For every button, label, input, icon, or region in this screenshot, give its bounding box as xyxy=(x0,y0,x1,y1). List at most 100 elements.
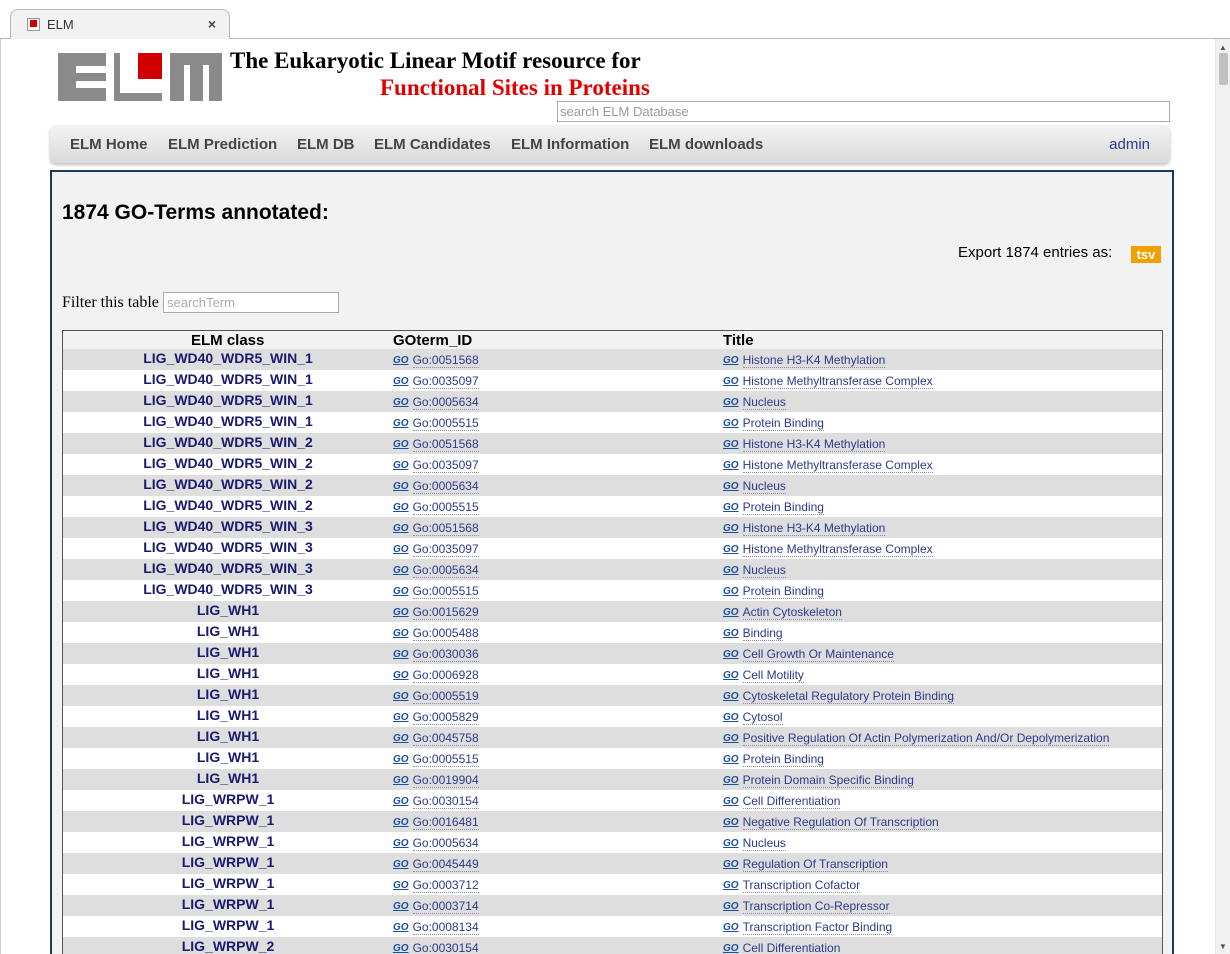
goterm-id-link[interactable]: Go:0016481 xyxy=(412,815,479,830)
goterm-id-link[interactable]: Go:0005634 xyxy=(412,395,479,410)
goterm-title-link[interactable]: Cell Growth Or Maintenance xyxy=(742,647,894,662)
go-icon[interactable]: GO xyxy=(393,733,409,744)
go-icon[interactable]: GO xyxy=(723,628,739,639)
go-icon[interactable]: GO xyxy=(723,838,739,849)
goterm-id-link[interactable]: Go:0005829 xyxy=(412,710,479,725)
elm-class-link[interactable]: LIG_WD40_WDR5_WIN_1 xyxy=(63,392,393,408)
go-icon[interactable]: GO xyxy=(723,544,739,555)
go-icon[interactable]: GO xyxy=(723,901,739,912)
goterm-id-cell[interactable]: GO Go:0019904 xyxy=(393,773,479,788)
goterm-id-cell[interactable]: GO Go:0035097 xyxy=(393,458,479,473)
go-icon[interactable]: GO xyxy=(393,586,409,597)
goterm-id-link[interactable]: Go:0005634 xyxy=(412,563,479,578)
goterm-title-link[interactable]: Histone Methyltransferase Complex xyxy=(742,374,933,389)
vertical-scrollbar[interactable]: ▲ ▼ xyxy=(1215,39,1230,954)
elm-class-link[interactable]: LIG_WRPW_1 xyxy=(63,917,393,933)
goterm-title-link[interactable]: Protein Binding xyxy=(742,500,824,515)
go-icon[interactable]: GO xyxy=(393,481,409,492)
elm-class-link[interactable]: LIG_WRPW_1 xyxy=(63,875,393,891)
elm-class-link[interactable]: LIG_WRPW_1 xyxy=(63,833,393,849)
goterm-id-cell[interactable]: GO Go:0005829 xyxy=(393,710,479,725)
go-icon[interactable]: GO xyxy=(393,859,409,870)
go-icon[interactable]: GO xyxy=(393,712,409,723)
elm-class-link[interactable]: LIG_WH1 xyxy=(63,623,393,639)
goterm-id-link[interactable]: Go:0003714 xyxy=(412,899,479,914)
elm-class-link[interactable]: LIG_WD40_WDR5_WIN_2 xyxy=(63,497,393,513)
go-icon[interactable]: GO xyxy=(393,901,409,912)
goterm-title-cell[interactable]: GO Histone Methyltransferase Complex xyxy=(723,458,933,473)
go-icon[interactable]: GO xyxy=(393,523,409,534)
goterm-id-cell[interactable]: GO Go:0016481 xyxy=(393,815,479,830)
goterm-title-link[interactable]: Histone H3-K4 Methylation xyxy=(742,521,886,536)
goterm-title-cell[interactable]: GO Nucleus xyxy=(723,836,786,851)
goterm-id-link[interactable]: Go:0045758 xyxy=(412,731,479,746)
elm-class-link[interactable]: LIG_WH1 xyxy=(63,707,393,723)
goterm-id-cell[interactable]: GO Go:0030154 xyxy=(393,794,479,809)
goterm-title-link[interactable]: Protein Binding xyxy=(742,752,824,767)
go-icon[interactable]: GO xyxy=(723,649,739,660)
go-icon[interactable]: GO xyxy=(723,754,739,765)
column-header-title[interactable]: Title xyxy=(723,332,754,349)
goterm-title-cell[interactable]: GO Actin Cytoskeleton xyxy=(723,605,842,620)
goterm-id-link[interactable]: Go:0035097 xyxy=(412,458,479,473)
elm-class-link[interactable]: LIG_WH1 xyxy=(63,602,393,618)
goterm-id-cell[interactable]: GO Go:0005519 xyxy=(393,689,479,704)
go-icon[interactable]: GO xyxy=(393,670,409,681)
goterm-id-link[interactable]: Go:0008134 xyxy=(412,920,479,935)
goterm-id-cell[interactable]: GO Go:0051568 xyxy=(393,353,479,368)
go-icon[interactable]: GO xyxy=(393,439,409,450)
elm-class-link[interactable]: LIG_WD40_WDR5_WIN_3 xyxy=(63,539,393,555)
goterm-id-link[interactable]: Go:0015629 xyxy=(412,605,479,620)
browser-tab[interactable]: ELM × xyxy=(10,9,230,40)
nav-item-elm-downloads[interactable]: ELM downloads xyxy=(649,136,763,153)
goterm-id-link[interactable]: Go:0005515 xyxy=(412,584,479,599)
goterm-title-cell[interactable]: GO Positive Regulation Of Actin Polymeriz… xyxy=(723,731,1110,746)
goterm-title-link[interactable]: Protein Binding xyxy=(742,584,824,599)
goterm-title-cell[interactable]: GO Protein Domain Specific Binding xyxy=(723,773,914,788)
goterm-id-cell[interactable]: GO Go:0005488 xyxy=(393,626,479,641)
goterm-title-cell[interactable]: GO Nucleus xyxy=(723,479,786,494)
goterm-title-cell[interactable]: GO Cell Growth Or Maintenance xyxy=(723,647,894,662)
elm-class-link[interactable]: LIG_WH1 xyxy=(63,770,393,786)
elm-class-link[interactable]: LIG_WD40_WDR5_WIN_2 xyxy=(63,476,393,492)
goterm-title-link[interactable]: Nucleus xyxy=(742,395,786,410)
go-icon[interactable]: GO xyxy=(393,754,409,765)
go-icon[interactable]: GO xyxy=(723,439,739,450)
goterm-title-cell[interactable]: GO Binding xyxy=(723,626,783,641)
go-icon[interactable]: GO xyxy=(723,670,739,681)
goterm-id-link[interactable]: Go:0005519 xyxy=(412,689,479,704)
export-tsv-button[interactable]: tsv xyxy=(1131,246,1161,263)
scrollbar-thumb[interactable] xyxy=(1219,53,1228,85)
goterm-id-cell[interactable]: GO Go:0005515 xyxy=(393,752,479,767)
goterm-title-cell[interactable]: GO Transcription Co-Repressor xyxy=(723,899,890,914)
elm-class-link[interactable]: LIG_WH1 xyxy=(63,665,393,681)
elm-class-link[interactable]: LIG_WD40_WDR5_WIN_2 xyxy=(63,434,393,450)
close-icon[interactable]: × xyxy=(208,16,216,32)
elm-class-link[interactable]: LIG_WD40_WDR5_WIN_1 xyxy=(63,371,393,387)
goterm-title-cell[interactable]: GO Negative Regulation Of Transcription xyxy=(723,815,939,830)
goterm-id-link[interactable]: Go:0030154 xyxy=(412,794,479,809)
go-icon[interactable]: GO xyxy=(393,376,409,387)
scroll-down-arrow-icon[interactable]: ▼ xyxy=(1219,942,1227,951)
goterm-title-cell[interactable]: GO Protein Binding xyxy=(723,752,824,767)
nav-item-elm-information[interactable]: ELM Information xyxy=(511,136,629,153)
goterm-title-cell[interactable]: GO Transcription Cofactor xyxy=(723,878,861,893)
go-icon[interactable]: GO xyxy=(723,733,739,744)
go-icon[interactable]: GO xyxy=(393,880,409,891)
goterm-title-cell[interactable]: GO Cytosol xyxy=(723,710,783,725)
filter-table-input[interactable] xyxy=(163,292,339,313)
goterm-title-link[interactable]: Transcription Factor Binding xyxy=(742,920,893,935)
goterm-title-cell[interactable]: GO Nucleus xyxy=(723,395,786,410)
goterm-id-link[interactable]: Go:0005515 xyxy=(412,416,479,431)
nav-item-admin[interactable]: admin xyxy=(1109,136,1150,153)
goterm-title-cell[interactable]: GO Cell Motility xyxy=(723,668,804,683)
goterm-id-cell[interactable]: GO Go:0005515 xyxy=(393,584,479,599)
goterm-title-cell[interactable]: GO Cell Differentiation xyxy=(723,794,841,809)
goterm-id-link[interactable]: Go:0005634 xyxy=(412,479,479,494)
go-icon[interactable]: GO xyxy=(723,397,739,408)
go-icon[interactable]: GO xyxy=(723,607,739,618)
elm-class-link[interactable]: LIG_WRPW_1 xyxy=(63,854,393,870)
go-icon[interactable]: GO xyxy=(723,586,739,597)
goterm-id-cell[interactable]: GO Go:0035097 xyxy=(393,542,479,557)
go-icon[interactable]: GO xyxy=(393,418,409,429)
